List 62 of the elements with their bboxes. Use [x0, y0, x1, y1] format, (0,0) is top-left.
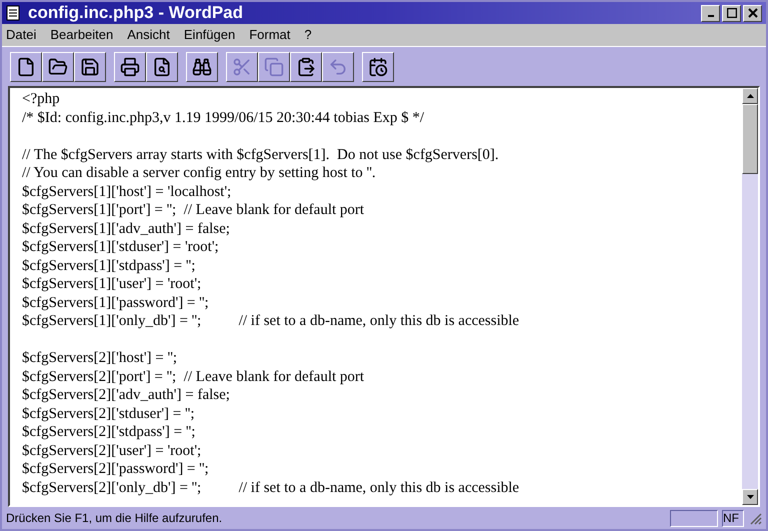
- resize-grip-icon: [748, 511, 762, 525]
- printer-icon: [120, 56, 140, 76]
- new-document-icon: [16, 56, 36, 76]
- maximize-icon: [726, 8, 736, 18]
- code-line: // You can disable a server config entry by setting host to ''.: [22, 164, 376, 182]
- code-line: $cfgServers[2]['adv_auth'] = false;: [22, 386, 230, 404]
- code-line: $cfgServers[1]['password'] = '';: [22, 294, 209, 312]
- calendar-clock-icon: [368, 56, 388, 76]
- code-line: /* $Id: config.inc.php3,v 1.19 1999/06/15 20:30:44 tobias Exp $ */: [22, 108, 424, 127]
- copy-icon: [264, 56, 284, 76]
- clipboard-icon: [296, 56, 316, 76]
- close-icon: [748, 8, 758, 18]
- toolbar-button[interactable]: [186, 52, 218, 82]
- code-line: $cfgServers[2]['only_db'] = ''; // if set to a db-name, only this db is accessible: [22, 478, 520, 497]
- code-line: $cfgServers[1]['user'] = 'root';: [22, 275, 202, 294]
- code-line: <?php: [22, 90, 60, 108]
- notepad-icon: [6, 5, 20, 21]
- status-indicator: NF: [722, 510, 744, 526]
- code-line: $cfgServers[1]['host'] = 'localhost';: [22, 182, 232, 201]
- toolbar-button[interactable]: [42, 52, 74, 82]
- code-line: $cfgServers[1]['port'] = ''; // Leave blank for default port: [22, 201, 364, 220]
- folder-icon: [48, 56, 68, 76]
- menu-item[interactable]: ?: [304, 25, 312, 45]
- code-line: $cfgServers[2]['password'] = '';: [22, 460, 209, 478]
- toolbar-button[interactable]: [10, 52, 42, 82]
- scroll-up-button[interactable]: [742, 88, 758, 104]
- menu-item[interactable]: Datei: [6, 25, 36, 45]
- code-line: $cfgServers[2]['port'] = ''; // Leave blank for default port: [22, 368, 364, 386]
- toolbar-button[interactable]: [362, 52, 394, 82]
- binoculars-icon: [192, 56, 212, 76]
- code-line: $cfgServers[2]['user'] = 'root';: [22, 442, 202, 460]
- code-line: $cfgServers[2]['stdpass'] = '';: [22, 423, 196, 442]
- status-message: Drücken Sie F1, um die Hilfe aufzurufen.: [6, 510, 224, 527]
- code-line: $cfgServers[1]['only_db'] = ''; // if set to a db-name, only this db is accessible: [22, 312, 520, 330]
- minimize-icon: [708, 15, 714, 17]
- menu-item[interactable]: Format: [249, 25, 290, 45]
- window-title: config.inc.php3 - WordPad: [28, 2, 244, 24]
- code-line: $cfgServers[2]['stduser'] = '';: [22, 404, 195, 423]
- code-line: // The $cfgServers array starts with $cfgServers[1]. Do not use $cfgServers[0].: [22, 146, 499, 164]
- code-line: $cfgServers[1]['stdpass'] = '';: [22, 256, 196, 275]
- menu-item[interactable]: Ansicht: [127, 25, 170, 45]
- magnifier-page-icon: [152, 56, 172, 76]
- code-line: $cfgServers[2]['host'] = '';: [22, 349, 178, 368]
- undo-arrow-icon: [328, 56, 348, 76]
- close-button[interactable]: [743, 4, 762, 22]
- scissors-icon: [232, 56, 252, 76]
- code-line: $cfgServers[1]['stduser'] = 'root';: [22, 238, 219, 256]
- minimize-button[interactable]: [701, 4, 720, 22]
- scroll-thumb[interactable]: [742, 104, 758, 174]
- toolbar-button[interactable]: [290, 52, 322, 82]
- down-arrow-icon: [746, 495, 754, 499]
- maximize-button[interactable]: [722, 4, 741, 22]
- toolbar-button[interactable]: [146, 52, 178, 82]
- status-panel: [670, 510, 718, 526]
- scrollbar[interactable]: [742, 88, 758, 505]
- menu-item[interactable]: Einfügen: [184, 25, 236, 45]
- toolbar-button[interactable]: [74, 52, 106, 82]
- code-line: $cfgServers[1]['adv_auth'] = false;: [22, 220, 230, 238]
- scroll-down-button[interactable]: [742, 489, 758, 505]
- up-arrow-icon: [746, 94, 754, 98]
- menu-item[interactable]: Bearbeiten: [50, 25, 114, 45]
- toolbar-button[interactable]: [114, 52, 146, 82]
